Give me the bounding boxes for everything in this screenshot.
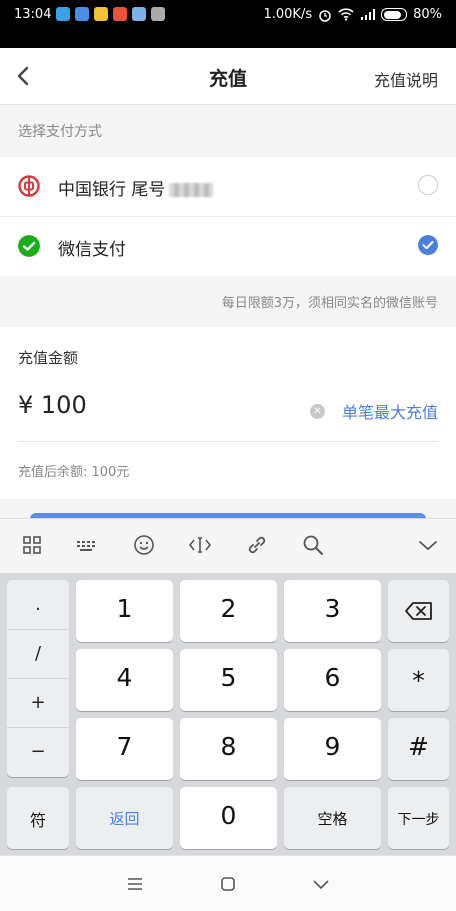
alarm-icon bbox=[319, 9, 331, 22]
key-7[interactable]: 7 bbox=[76, 718, 173, 780]
status-gap bbox=[0, 30, 456, 48]
key-label: 空格 bbox=[317, 810, 348, 828]
key-label: 0 bbox=[220, 801, 237, 830]
app-notification-icon bbox=[151, 7, 165, 21]
search-icon[interactable] bbox=[301, 533, 325, 557]
key-3[interactable]: 3 bbox=[284, 580, 381, 642]
cursor-move-icon[interactable] bbox=[188, 533, 212, 557]
keyboard-toolbar bbox=[0, 518, 456, 573]
key-label: 下一步 bbox=[397, 812, 440, 828]
key-label: 2 bbox=[220, 594, 237, 623]
backspace-icon bbox=[405, 602, 432, 620]
key-next[interactable]: 下一步 bbox=[388, 787, 449, 849]
key-label: 8 bbox=[220, 732, 237, 761]
key-5[interactable]: 5 bbox=[180, 649, 277, 711]
key-label: 符 bbox=[29, 811, 46, 830]
key-label: # bbox=[408, 732, 429, 761]
key-label: 3 bbox=[324, 594, 341, 623]
key-9[interactable]: 9 bbox=[284, 718, 381, 780]
recharge-help-link[interactable]: 充值说明 bbox=[374, 67, 438, 91]
back-icon[interactable] bbox=[310, 874, 332, 894]
key-label: 5 bbox=[220, 663, 237, 692]
key-slash[interactable]: / bbox=[7, 629, 69, 679]
key-8[interactable]: 8 bbox=[180, 718, 277, 780]
key-asterisk[interactable]: * bbox=[388, 649, 449, 711]
notification-icons bbox=[56, 7, 165, 21]
payment-option-label: 中国银行 尾号 bbox=[58, 175, 214, 200]
key-label: 7 bbox=[116, 732, 133, 761]
key-dot[interactable]: . bbox=[7, 580, 69, 630]
max-recharge-link[interactable]: 单笔最大充值 bbox=[342, 399, 438, 423]
network-speed: 1.00K/s bbox=[263, 7, 313, 22]
balance-after-text: 充值后余额: 100元 bbox=[18, 465, 130, 480]
key-minus[interactable]: − bbox=[7, 727, 69, 776]
emoji-icon[interactable] bbox=[132, 533, 156, 557]
status-time: 13:04 bbox=[14, 7, 52, 22]
amount-label: 充值金额 bbox=[18, 349, 79, 367]
payment-section-label: 选择支付方式 bbox=[18, 124, 102, 140]
key-label: 1 bbox=[116, 594, 133, 623]
amount-input[interactable]: ¥ 100 bbox=[18, 391, 87, 419]
keyboard-icon[interactable] bbox=[75, 533, 99, 557]
key-label: * bbox=[412, 666, 425, 695]
key-label: 6 bbox=[324, 663, 341, 692]
numeric-keyboard: . / + − 1 2 3 4 5 6 7 8 9 * # 符 返回 0 空格 … bbox=[0, 573, 456, 855]
key-symbols[interactable]: 符 bbox=[7, 787, 69, 849]
key-1[interactable]: 1 bbox=[76, 580, 173, 642]
wifi-icon bbox=[338, 8, 354, 21]
menu-icon[interactable] bbox=[124, 874, 146, 894]
app-header: 充值 充值说明 bbox=[0, 48, 456, 105]
app-notification-icon bbox=[94, 7, 108, 21]
payment-option-wechat[interactable]: 微信支付 bbox=[0, 217, 456, 276]
key-label: 返回 bbox=[109, 810, 140, 828]
status-right: 1.00K/s 80% bbox=[263, 7, 442, 22]
key-hash[interactable]: # bbox=[388, 718, 449, 780]
home-icon[interactable] bbox=[217, 874, 239, 894]
app-notification-icon bbox=[56, 7, 70, 21]
system-nav-bar bbox=[0, 855, 456, 911]
collapse-keyboard-icon[interactable] bbox=[416, 533, 440, 557]
key-label: 9 bbox=[324, 732, 341, 761]
symbol-column: . / + − bbox=[7, 580, 69, 777]
link-icon[interactable] bbox=[245, 533, 269, 557]
masked-card-number bbox=[169, 183, 214, 197]
battery-percent: 80% bbox=[413, 7, 442, 22]
key-back[interactable]: 返回 bbox=[76, 787, 173, 849]
key-4[interactable]: 4 bbox=[76, 649, 173, 711]
key-0[interactable]: 0 bbox=[180, 787, 277, 849]
payment-option-bank-of-china[interactable]: 中国银行 尾号 bbox=[0, 157, 456, 217]
radio-checked-icon[interactable] bbox=[418, 235, 438, 255]
app-notification-icon bbox=[75, 7, 89, 21]
app-notification-icon bbox=[132, 7, 146, 21]
radio-unselected-icon[interactable] bbox=[418, 175, 438, 195]
key-2[interactable]: 2 bbox=[180, 580, 277, 642]
wechat-icon bbox=[18, 235, 40, 257]
clear-icon[interactable]: ✕ bbox=[310, 404, 325, 419]
key-plus[interactable]: + bbox=[7, 678, 69, 728]
key-space[interactable]: 空格 bbox=[284, 787, 381, 849]
payment-option-label: 微信支付 bbox=[58, 240, 126, 260]
battery-icon bbox=[381, 8, 408, 21]
status-bar: 13:04 1.00K/s 80% bbox=[0, 0, 456, 30]
amount-card: 充值金额 ¥ 100 ✕ 单笔最大充值 充值后余额: 100元 bbox=[0, 327, 456, 499]
limit-note: 每日限额3万，须相同实名的微信账号 bbox=[221, 296, 438, 311]
grid-icon[interactable] bbox=[20, 533, 44, 557]
signal-icon bbox=[361, 8, 376, 20]
app-notification-icon bbox=[113, 7, 127, 21]
key-backspace[interactable] bbox=[388, 580, 449, 642]
key-6[interactable]: 6 bbox=[284, 649, 381, 711]
key-label: 4 bbox=[116, 663, 133, 692]
bank-of-china-icon bbox=[18, 175, 40, 197]
divider bbox=[18, 441, 438, 442]
